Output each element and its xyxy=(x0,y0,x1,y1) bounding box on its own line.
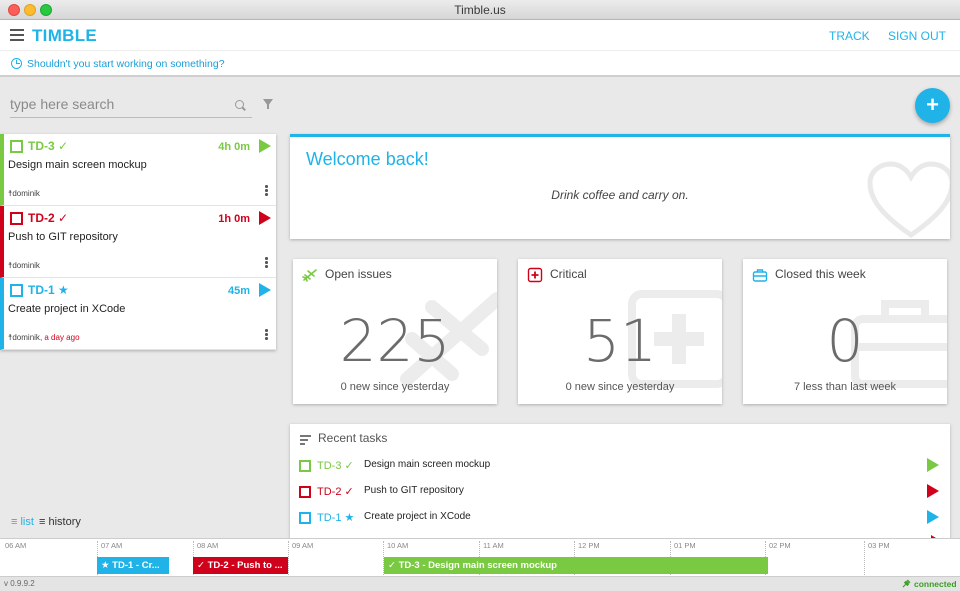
reminder-bar: Shouldn't you start working on something… xyxy=(0,51,960,77)
task-checkbox[interactable] xyxy=(10,140,23,153)
task-title: Create project in XCode xyxy=(8,303,125,315)
task-checkbox[interactable] xyxy=(10,212,23,225)
hamburger-menu-icon[interactable] xyxy=(10,29,24,41)
task-time: 1h 0m xyxy=(218,213,250,225)
brand-logo[interactable]: TIMBLE xyxy=(32,26,97,46)
timeline-hour: 06 AM xyxy=(2,541,26,577)
more-options-icon[interactable] xyxy=(265,185,268,197)
first-aid-icon xyxy=(527,267,543,283)
clock-icon xyxy=(11,58,22,69)
task-user: ☨dominik xyxy=(8,261,40,270)
recent-task-checkbox[interactable] xyxy=(299,486,311,498)
task-card-td-1[interactable]: TD-1 ★ 45m Create project in XCode ☨domi… xyxy=(0,278,276,350)
recent-task-row[interactable]: TD-1 ★ Create project in XCode xyxy=(299,510,939,530)
recent-task-name: Create project in XCode xyxy=(364,511,471,522)
stat-label: Open issues xyxy=(325,267,392,281)
recent-task-row[interactable]: TD-2 ✓ Push to GIT repository xyxy=(299,484,939,504)
task-card-td-2[interactable]: TD-2 ✓ 1h 0m Push to GIT repository ☨dom… xyxy=(0,206,276,278)
task-title: Push to GIT repository xyxy=(8,231,118,243)
recent-tasks-panel: Recent tasks TD-3 ✓ Design main screen m… xyxy=(290,424,950,539)
play-icon[interactable] xyxy=(259,139,271,153)
status-bar: v 0.9.9.2 connected xyxy=(0,576,960,591)
play-icon[interactable] xyxy=(259,211,271,225)
version-label: v 0.9.9.2 xyxy=(4,579,35,588)
timeline-entry-td-2[interactable]: ✓ TD-2 - Push to ... xyxy=(193,557,288,574)
stat-note: 0 new since yesterday xyxy=(518,381,722,393)
toolbox-icon xyxy=(752,267,768,283)
play-icon[interactable] xyxy=(259,283,271,297)
stat-note: 7 less than last week xyxy=(743,381,947,393)
play-icon[interactable] xyxy=(927,484,939,498)
timeline-entry-td-1[interactable]: ★ TD-1 - Cr... xyxy=(97,557,169,574)
recent-task-id: TD-1 ★ xyxy=(317,511,354,524)
app-header: TIMBLE TRACK SIGN OUT xyxy=(0,20,960,51)
stat-value: 0 xyxy=(743,307,947,375)
connection-status: connected xyxy=(914,579,957,589)
play-icon[interactable] xyxy=(927,458,939,472)
reminder-text: Shouldn't you start working on something… xyxy=(27,58,225,70)
timeline-hour: 09 AM xyxy=(288,541,313,577)
list-icon xyxy=(300,435,311,447)
stat-label: Critical xyxy=(550,267,587,281)
recent-task-checkbox[interactable] xyxy=(299,512,311,524)
task-time: 4h 0m xyxy=(218,141,250,153)
stat-card-open-issues[interactable]: Open issues 225 0 new since yesterday xyxy=(293,259,497,404)
task-id: TD-2 ✓ xyxy=(28,211,68,225)
search-input[interactable] xyxy=(10,90,252,118)
welcome-title: Welcome back! xyxy=(306,149,429,170)
plug-icon xyxy=(902,579,911,588)
track-link[interactable]: TRACK xyxy=(829,29,870,43)
task-time: 45m xyxy=(228,285,250,297)
recent-task-id: TD-2 ✓ xyxy=(317,485,354,498)
task-user: ☨dominik xyxy=(8,189,40,198)
welcome-card: Welcome back! Drink coffee and carry on. xyxy=(290,134,950,239)
task-list: TD-3 ✓ 4h 0m Design main screen mockup ☨… xyxy=(0,134,276,350)
stat-card-closed-this-week[interactable]: Closed this week 0 7 less than last week xyxy=(743,259,947,404)
play-icon[interactable] xyxy=(927,510,939,524)
task-card-td-3[interactable]: TD-3 ✓ 4h 0m Design main screen mockup ☨… xyxy=(0,134,276,206)
add-task-button[interactable]: + xyxy=(915,88,950,123)
timeline-entry-td-3[interactable]: ✓ TD-3 - Design main screen mockup xyxy=(384,557,768,574)
recent-task-checkbox[interactable] xyxy=(299,460,311,472)
timeline-hour: 02 PM xyxy=(765,541,791,577)
window-titlebar: Timble.us xyxy=(0,0,960,20)
stat-label: Closed this week xyxy=(775,267,866,281)
more-options-icon[interactable] xyxy=(265,329,268,341)
recent-tasks-title: Recent tasks xyxy=(318,431,387,445)
recent-task-name: Push to GIT repository xyxy=(364,485,464,496)
task-id: TD-3 ✓ xyxy=(28,139,68,153)
view-toggle: ≡ list ≡ history xyxy=(11,516,81,528)
sign-out-link[interactable]: SIGN OUT xyxy=(888,29,946,43)
filter-icon[interactable] xyxy=(263,99,273,106)
task-id: TD-1 ★ xyxy=(28,283,69,297)
timeline[interactable]: 06 AM 07 AM 08 AM 09 AM 10 AM 11 AM 12 P… xyxy=(0,538,960,576)
stat-card-critical[interactable]: Critical 51 0 new since yesterday xyxy=(518,259,722,404)
recent-task-id: TD-3 ✓ xyxy=(317,459,354,472)
history-view-toggle[interactable]: ≡ history xyxy=(39,516,81,528)
heart-icon xyxy=(866,161,950,239)
welcome-subtitle: Drink coffee and carry on. xyxy=(290,188,950,202)
stat-value: 51 xyxy=(518,307,722,375)
recent-task-row[interactable]: TD-3 ✓ Design main screen mockup xyxy=(299,458,939,478)
timeline-hour: 03 PM xyxy=(864,541,890,577)
stat-value: 225 xyxy=(293,307,497,375)
recent-task-name: Design main screen mockup xyxy=(364,459,490,470)
window-title: Timble.us xyxy=(0,3,960,17)
task-checkbox[interactable] xyxy=(10,284,23,297)
task-user: ☨dominik, a day ago xyxy=(8,333,80,342)
search-icon[interactable] xyxy=(235,100,244,109)
task-title: Design main screen mockup xyxy=(8,159,147,171)
list-view-toggle[interactable]: ≡ list xyxy=(11,516,34,528)
more-options-icon[interactable] xyxy=(265,257,268,269)
stat-note: 0 new since yesterday xyxy=(293,381,497,393)
plane-icon xyxy=(302,267,318,283)
